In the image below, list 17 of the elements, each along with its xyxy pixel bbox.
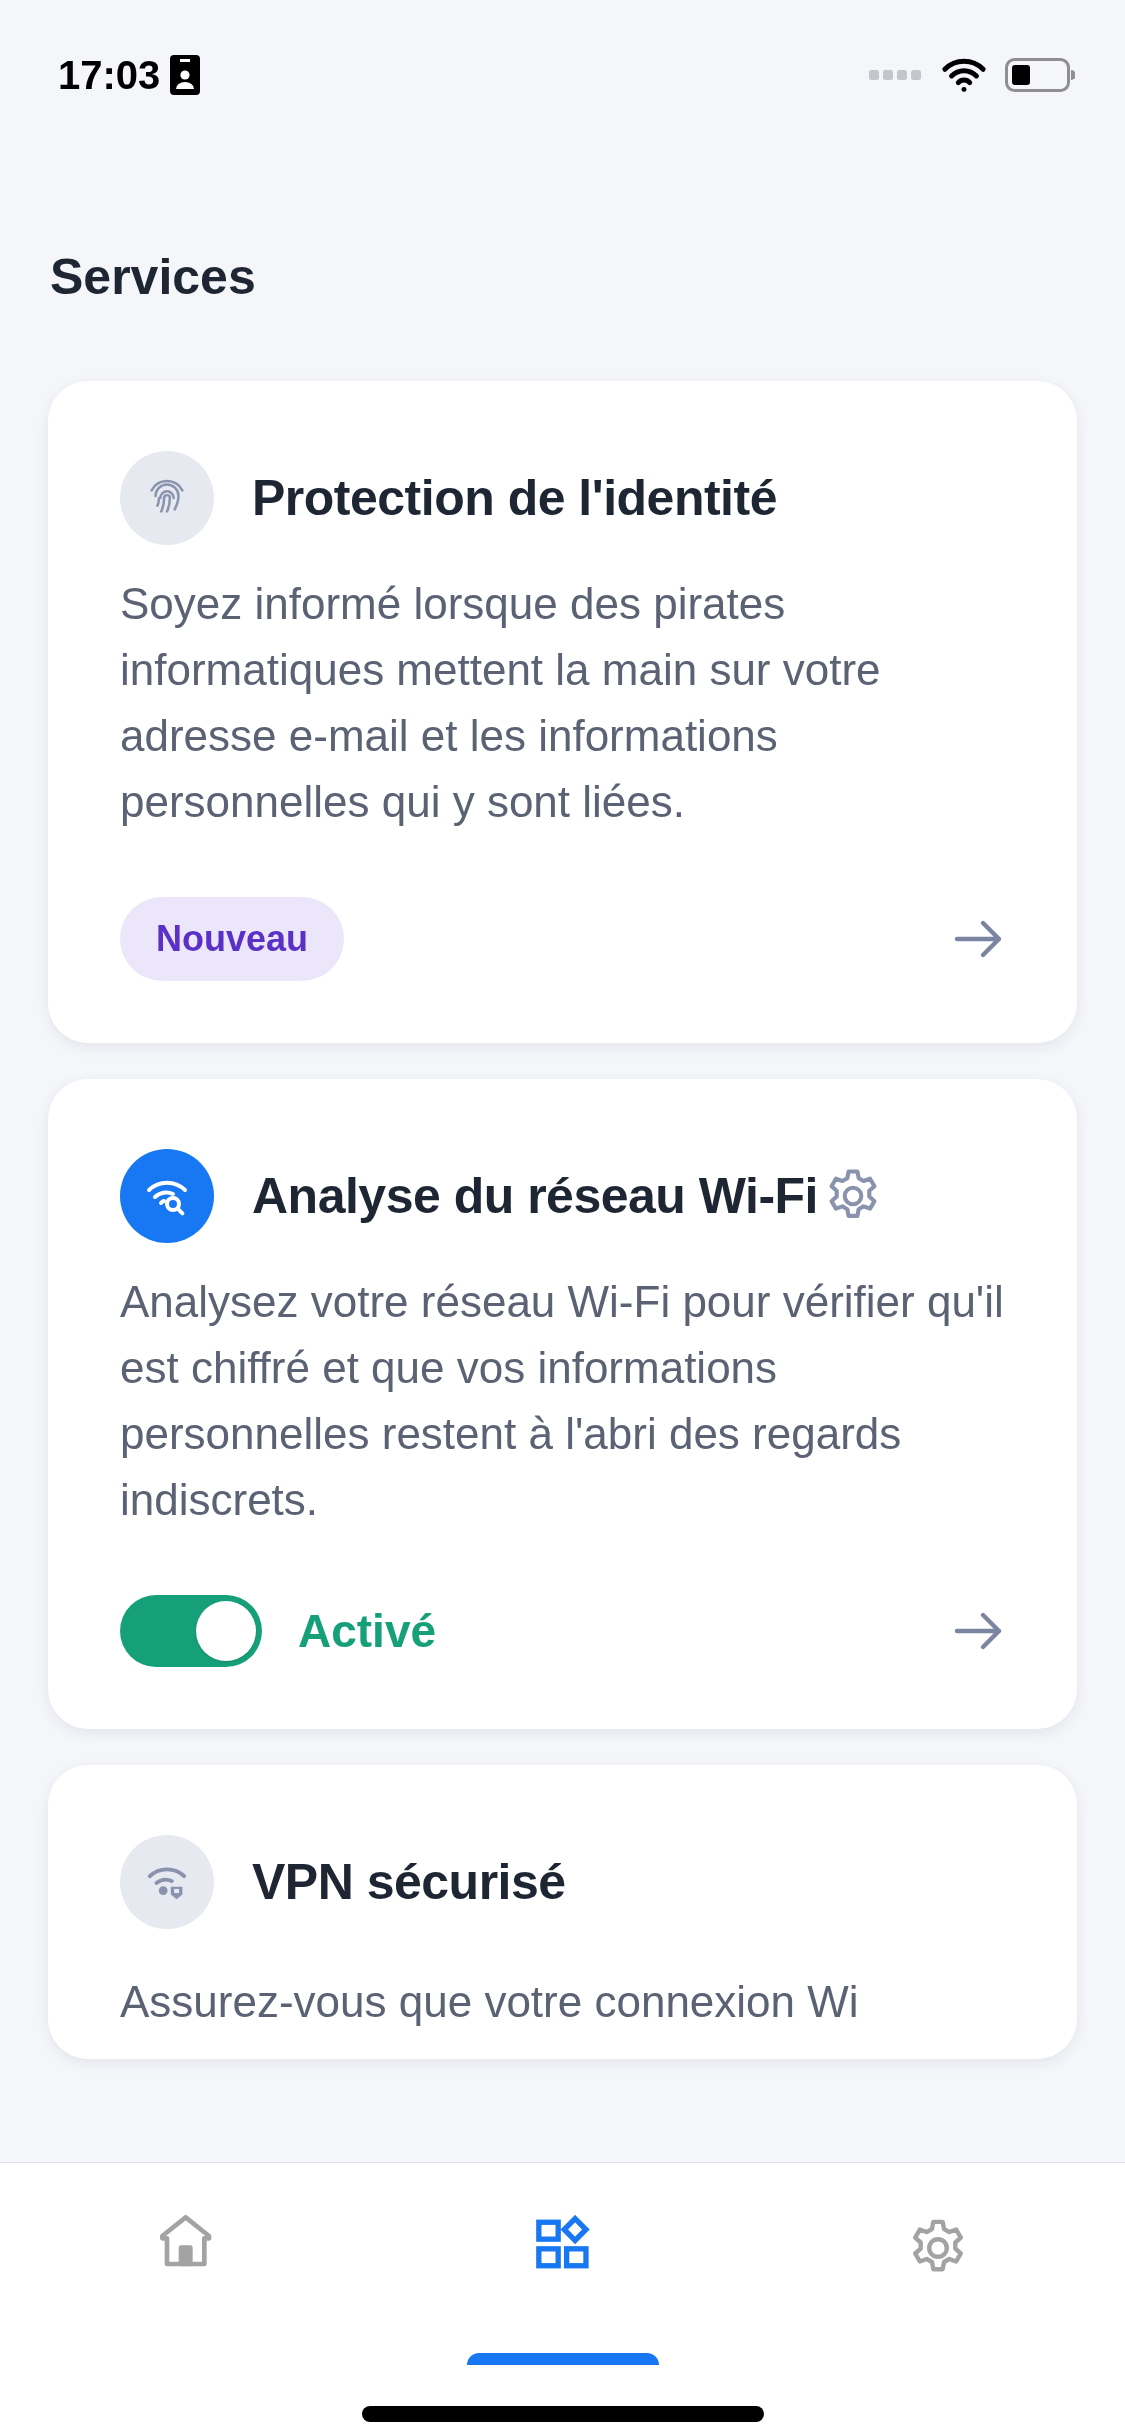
service-description: Soyez informé lorsque des pirates informatiques mettent la main sur votre adresse e-mail et les informations personnelles qui y sont liées. (120, 578, 882, 828)
service-title: Protection de l'identité (252, 468, 777, 528)
battery-icon (1005, 58, 1075, 92)
service-description: Assurez-vous que votre connexion Wi (120, 1976, 860, 2028)
new-badge: Nouveau (120, 897, 345, 981)
service-card[interactable]: Analyse du réseau Wi-Fi Analysez votre réseau Wi-Fi pour vérifier qu'il est chiffré et que vos informations personnelles restent à l'abri des regards indiscrets. Activé (48, 1079, 1077, 1729)
page-title: Services (49, 248, 257, 307)
service-description: Analysez votre réseau Wi-Fi pour vérifier qu'il est chiffré et que vos informations personnelles restent à l'abri des regards indiscrets. (120, 1276, 1005, 1526)
wifi-icon (941, 57, 987, 93)
service-title: Analyse du réseau Wi-Fi (252, 1166, 818, 1226)
status-time: 17:03 (58, 52, 161, 99)
service-card[interactable]: VPN sécurisé Assurez-vous que votre connexion Wi (48, 1765, 1077, 2059)
toggle-status: Activé (298, 1603, 437, 1659)
signal-icon (869, 70, 923, 80)
id-badge-icon (170, 55, 201, 95)
service-title: VPN sécurisé (252, 1852, 566, 1912)
service-card[interactable]: Protection de l'identité Soyez informé lorsque des pirates informatiques mettent la main sur votre adresse e-mail et les informations personnelles qui y sont liées. Nouveau (48, 381, 1077, 1043)
